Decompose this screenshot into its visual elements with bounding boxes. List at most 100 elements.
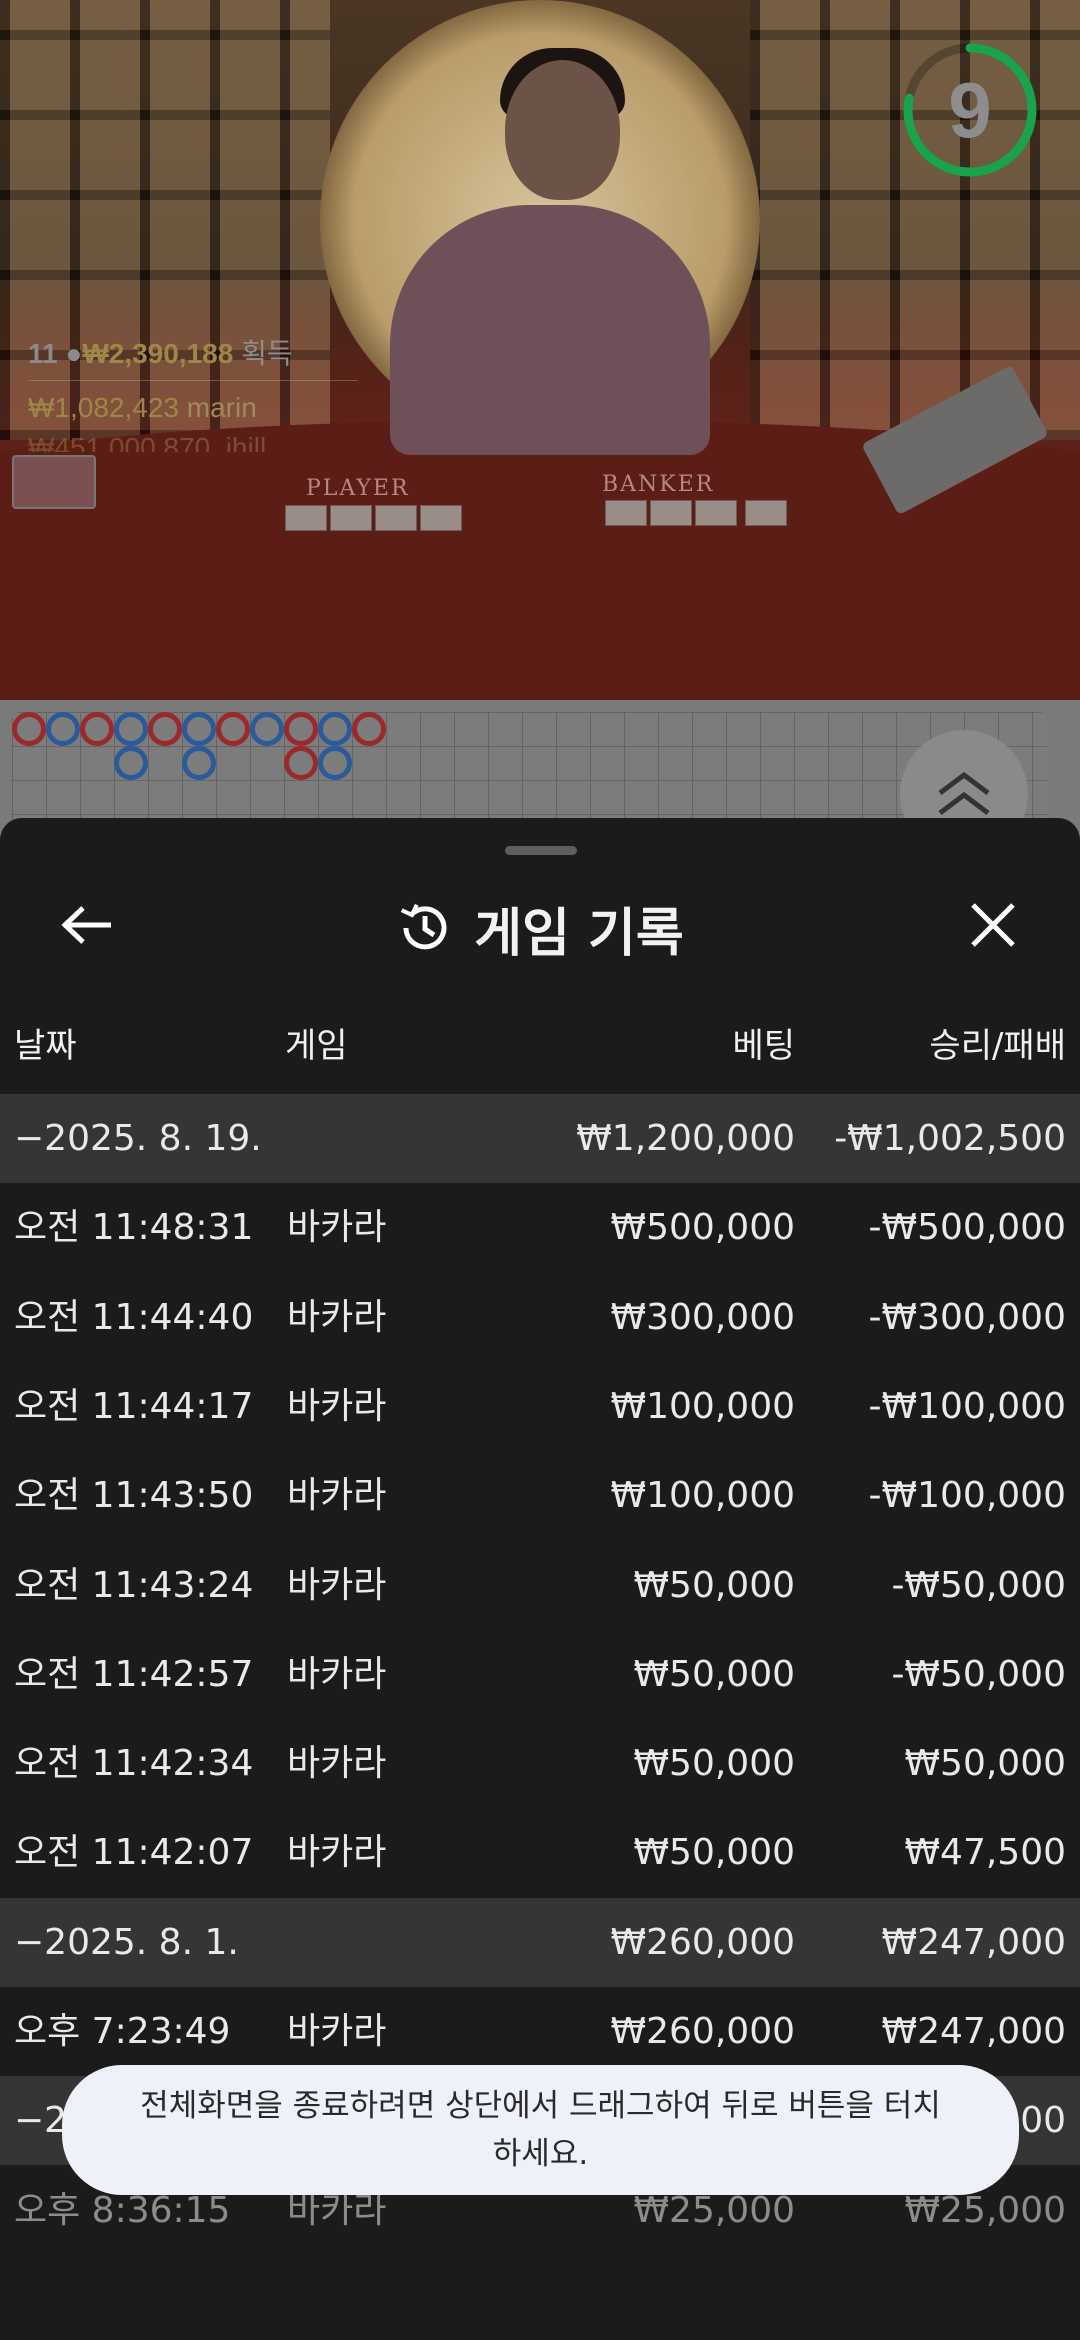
winner-row: ₩1,082,423 marin	[28, 392, 257, 424]
history-row[interactable]: 오전 11:42:34 바카라 ₩50,000 ₩50,000	[0, 1719, 1080, 1808]
winner-label: 획득	[241, 338, 293, 369]
dealer-head	[505, 60, 620, 200]
banker-bead	[12, 712, 46, 746]
row-result: -₩500,000	[868, 1207, 1066, 1249]
row-time: 오전 11:48:31	[14, 1207, 254, 1249]
winner-name: 870_jhill	[163, 432, 267, 452]
row-bet: ₩500,000	[610, 1207, 795, 1249]
row-result: -₩100,000	[868, 1475, 1066, 1517]
history-row[interactable]: 오전 11:42:07 바카라 ₩50,000 ₩47,500	[0, 1808, 1080, 1897]
row-game: 바카라	[287, 1207, 387, 1249]
fullscreen-toast: 전체화면을 종료하려면 상단에서 드래그하여 뒤로 버튼을 터치하세요.	[62, 2065, 1019, 2195]
row-bet: ₩50,000	[633, 1653, 795, 1695]
winner-row: ₩451,000 870_jhill	[28, 432, 266, 452]
sheet-title: 게임 기록	[474, 903, 684, 964]
row-time: 오전 11:42:57	[14, 1653, 254, 1695]
player-bead	[114, 746, 148, 780]
banker-card	[650, 500, 692, 526]
banker-area-label: BANKER	[602, 472, 715, 497]
winner-row: 11 ●₩2,390,188 획득	[28, 332, 293, 372]
player-bead	[182, 746, 216, 780]
row-game: 바카라	[287, 1832, 387, 1874]
row-bet: ₩100,000	[610, 1385, 795, 1427]
row-result: ₩50,000	[904, 1743, 1066, 1785]
row-game: 바카라	[287, 1653, 387, 1695]
divider	[28, 380, 358, 381]
sheet-header: 게임 기록	[0, 888, 1080, 968]
user-icon: ●	[65, 338, 83, 369]
player-bead	[318, 712, 352, 746]
row-bet: ₩50,000	[633, 1564, 795, 1606]
banker-bead	[80, 712, 114, 746]
history-row[interactable]: 오전 11:44:17 바카라 ₩100,000 -₩100,000	[0, 1362, 1080, 1451]
date-group-row[interactable]: −2025. 8. 19. ₩1,200,000 -₩1,002,500	[0, 1094, 1080, 1183]
banker-bead	[284, 746, 318, 780]
row-bet: ₩50,000	[633, 1743, 795, 1785]
group-date: −2025. 8. 19.	[14, 1118, 262, 1159]
player-card	[420, 505, 462, 531]
row-result: -₩50,000	[891, 1653, 1066, 1695]
row-time: 오전 11:42:34	[14, 1743, 254, 1785]
history-row[interactable]: 오전 11:48:31 바카라 ₩500,000 -₩500,000	[0, 1183, 1080, 1272]
column-header-date: 날짜	[14, 1026, 77, 1066]
banker-card	[745, 500, 787, 526]
row-result: -₩300,000	[868, 1296, 1066, 1338]
banker-bead	[284, 712, 318, 746]
date-group-row[interactable]: −2025. 8. 1. ₩260,000 ₩247,000	[0, 1897, 1080, 1987]
winner-amount: ₩451,000	[28, 432, 156, 452]
player-bead	[318, 746, 352, 780]
background-screen-left	[0, 0, 330, 440]
row-game: 바카라	[287, 2011, 387, 2052]
banker-card	[605, 500, 647, 526]
live-video: PLAYER BANKER 9 11 ●₩2,390,188 획득 ₩1,082…	[0, 0, 1080, 700]
group-bet-total: ₩1,200,000	[576, 1118, 795, 1159]
row-bet: ₩50,000	[633, 1832, 795, 1874]
group-result-total: -₩1,002,500	[834, 1118, 1066, 1159]
row-game: 바카라	[287, 1743, 387, 1785]
row-game: 바카라	[287, 1475, 387, 1517]
column-header-result: 승리/패배	[929, 1026, 1066, 1066]
row-result: ₩47,500	[904, 1832, 1066, 1874]
chevron-up-double-icon	[938, 771, 990, 815]
history-row[interactable]: 오후 7:23:49 바카라 ₩260,000 ₩247,000	[0, 1987, 1080, 2076]
banker-bead	[352, 712, 386, 746]
player-card	[285, 505, 327, 531]
row-time: 오후 7:23:49	[14, 2011, 231, 2052]
group-date: −2025. 8. 1.	[14, 1921, 239, 1963]
group-date: −2	[14, 2100, 68, 2142]
player-card	[375, 505, 417, 531]
toast-message: 전체화면을 종료하려면 상단에서 드래그하여 뒤로 버튼을 터치하세요.	[140, 2088, 941, 2172]
close-icon	[971, 903, 1015, 947]
player-bead	[250, 712, 284, 746]
winner-name: marin	[186, 392, 257, 423]
row-time: 오전 11:42:07	[14, 1832, 254, 1874]
player-bead	[46, 712, 80, 746]
player-bead	[182, 712, 216, 746]
winner-total-amount: ₩2,390,188	[82, 338, 234, 369]
column-header-game: 게임	[285, 1026, 348, 1066]
history-row[interactable]: 오전 11:42:57 바카라 ₩50,000 -₩50,000	[0, 1630, 1080, 1719]
sheet-drag-handle[interactable]	[505, 846, 577, 855]
player-card	[330, 505, 372, 531]
history-row[interactable]: 오전 11:43:50 바카라 ₩100,000 -₩100,000	[0, 1451, 1080, 1540]
dealer-body	[390, 205, 710, 455]
history-row[interactable]: 오전 11:44:40 바카라 ₩300,000 -₩300,000	[0, 1273, 1080, 1362]
row-result: -₩100,000	[868, 1385, 1066, 1427]
row-time: 오전 11:44:40	[14, 1296, 254, 1338]
row-bet: ₩260,000	[610, 2011, 795, 2052]
row-game: 바카라	[287, 1385, 387, 1427]
bet-timer: 9	[900, 40, 1040, 180]
row-game: 바카라	[287, 1564, 387, 1606]
winner-count: 11	[28, 338, 58, 369]
card-holder	[12, 455, 96, 509]
row-game: 바카라	[287, 1296, 387, 1338]
group-bet-total: ₩260,000	[610, 1921, 795, 1963]
group-result-total: ₩247,000	[881, 1921, 1066, 1963]
history-icon	[401, 903, 447, 950]
row-bet: ₩300,000	[610, 1296, 795, 1338]
player-bead	[114, 712, 148, 746]
history-row[interactable]: 오전 11:43:24 바카라 ₩50,000 -₩50,000	[0, 1541, 1080, 1630]
row-time: 오전 11:43:50	[14, 1475, 254, 1517]
row-result: ₩247,000	[881, 2011, 1066, 2052]
close-button[interactable]	[958, 890, 1028, 960]
